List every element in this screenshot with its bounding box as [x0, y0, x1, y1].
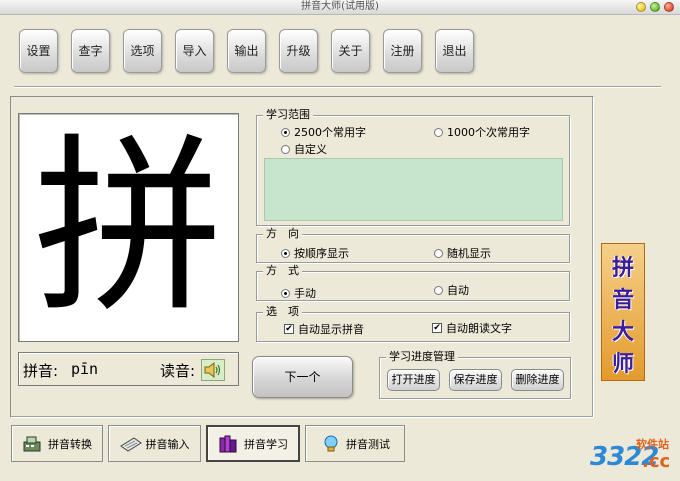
maximize-button[interactable] — [650, 2, 660, 12]
direction-option-random[interactable]: 随机显示 — [434, 245, 491, 261]
auto-show-pinyin-checkbox[interactable]: ✔ 自动显示拼音 — [284, 321, 364, 337]
mode-option-auto[interactable]: 自动 — [434, 282, 469, 298]
title-bar: 拼音大师(试用版) — [0, 0, 680, 15]
speaker-icon[interactable] — [201, 359, 225, 381]
toolbar-register-button[interactable]: 注册 — [383, 29, 422, 73]
current-character: 拼 — [33, 116, 224, 338]
open-progress-button[interactable]: 打开进度 — [387, 369, 440, 391]
character-display: 拼 — [18, 113, 239, 342]
direction-option-label: 按顺序显示 — [294, 247, 349, 260]
logo-char: 拼 — [611, 255, 634, 281]
pinyin-bar: 拼音: pīn 读音: — [18, 352, 239, 386]
logo-char: 大 — [611, 319, 634, 345]
checkbox[interactable]: ✔ — [432, 323, 442, 333]
tab-label: 拼音输入 — [145, 437, 190, 451]
radio-button[interactable] — [281, 288, 290, 298]
save-progress-button[interactable]: 保存进度 — [449, 369, 502, 391]
mode-option-label: 手动 — [294, 287, 316, 300]
toolbar-exit-button[interactable]: 退出 — [435, 29, 474, 73]
scope-option-2500[interactable]: 2500个常用字 — [281, 124, 366, 140]
toolbar-import-button[interactable]: 导入 — [175, 29, 214, 73]
logo-char: 音 — [611, 287, 634, 313]
watermark-domain: .cc — [642, 451, 671, 472]
direction-option-sequential[interactable]: 按顺序显示 — [281, 245, 349, 261]
toolbar-lookup-button[interactable]: 查字 — [71, 29, 110, 73]
minimize-button[interactable] — [636, 2, 646, 12]
mode-option-manual[interactable]: 手动 — [281, 285, 316, 301]
tab-label: 拼音转换 — [48, 437, 92, 451]
auto-read-aloud-checkbox[interactable]: ✔ 自动朗读文字 — [432, 320, 512, 336]
radio-button[interactable] — [281, 248, 290, 258]
tab-pinyin-test[interactable]: 拼音测试 — [305, 425, 405, 462]
app-logo: 拼 音 大 师 — [601, 243, 645, 381]
toolbar-options-button[interactable]: 选项 — [123, 29, 162, 73]
checkbox-label: 自动朗读文字 — [446, 322, 512, 335]
mode-option-label: 自动 — [447, 284, 469, 297]
logo-char: 师 — [611, 351, 634, 377]
tab-pinyin-convert[interactable]: 拼音转换 — [11, 425, 103, 462]
progress-title: 学习进度管理 — [386, 351, 458, 363]
radio-button[interactable] — [281, 144, 290, 154]
checkbox[interactable]: ✔ — [284, 324, 294, 334]
toolbar-upgrade-button[interactable]: 升级 — [279, 29, 318, 73]
site-watermark: 3322 软件站 .cc — [590, 436, 680, 476]
scope-option-custom[interactable]: 自定义 — [281, 141, 327, 157]
options-title: 选 项 — [263, 306, 302, 318]
tab-pinyin-study[interactable]: 拼音学习 — [206, 425, 300, 462]
pinyin-value: pīn — [71, 360, 99, 378]
window-title: 拼音大师(试用版) — [301, 1, 379, 12]
close-button[interactable] — [664, 2, 674, 12]
toolbar-about-button[interactable]: 关于 — [331, 29, 370, 73]
pinyin-label: 拼音: — [23, 362, 59, 380]
books-icon — [218, 434, 240, 454]
mode-title: 方 式 — [263, 265, 302, 277]
tab-label: 拼音测试 — [346, 437, 390, 451]
scope-option-label: 2500个常用字 — [294, 126, 366, 139]
delete-progress-button[interactable]: 删除进度 — [511, 369, 564, 391]
next-button[interactable]: 下一个 — [252, 356, 353, 398]
scope-option-label: 1000个次常用字 — [447, 126, 530, 139]
watermark-site: 软件站 — [636, 438, 669, 451]
tab-pinyin-input[interactable]: 拼音输入 — [108, 425, 201, 462]
custom-char-list[interactable] — [264, 158, 563, 221]
radio-button[interactable] — [281, 127, 290, 137]
scope-option-1000[interactable]: 1000个次常用字 — [434, 124, 530, 140]
scope-title: 学习范围 — [263, 109, 313, 121]
window-controls — [636, 2, 674, 12]
radio-button[interactable] — [434, 248, 443, 258]
read-label: 读音: — [160, 362, 196, 380]
tab-label: 拼音学习 — [244, 437, 288, 451]
convert-icon — [22, 434, 44, 454]
toolbar-settings-button[interactable]: 设置 — [19, 29, 58, 73]
checkbox-label: 自动显示拼音 — [298, 323, 364, 336]
scope-option-label: 自定义 — [294, 143, 327, 156]
radio-button[interactable] — [434, 285, 443, 295]
keyboard-icon — [119, 434, 142, 454]
lightbulb-icon — [320, 434, 342, 454]
toolbar-divider — [14, 86, 661, 88]
direction-option-label: 随机显示 — [447, 247, 491, 260]
direction-title: 方 向 — [263, 228, 302, 240]
radio-button[interactable] — [434, 127, 443, 137]
toolbar-export-button[interactable]: 输出 — [227, 29, 266, 73]
